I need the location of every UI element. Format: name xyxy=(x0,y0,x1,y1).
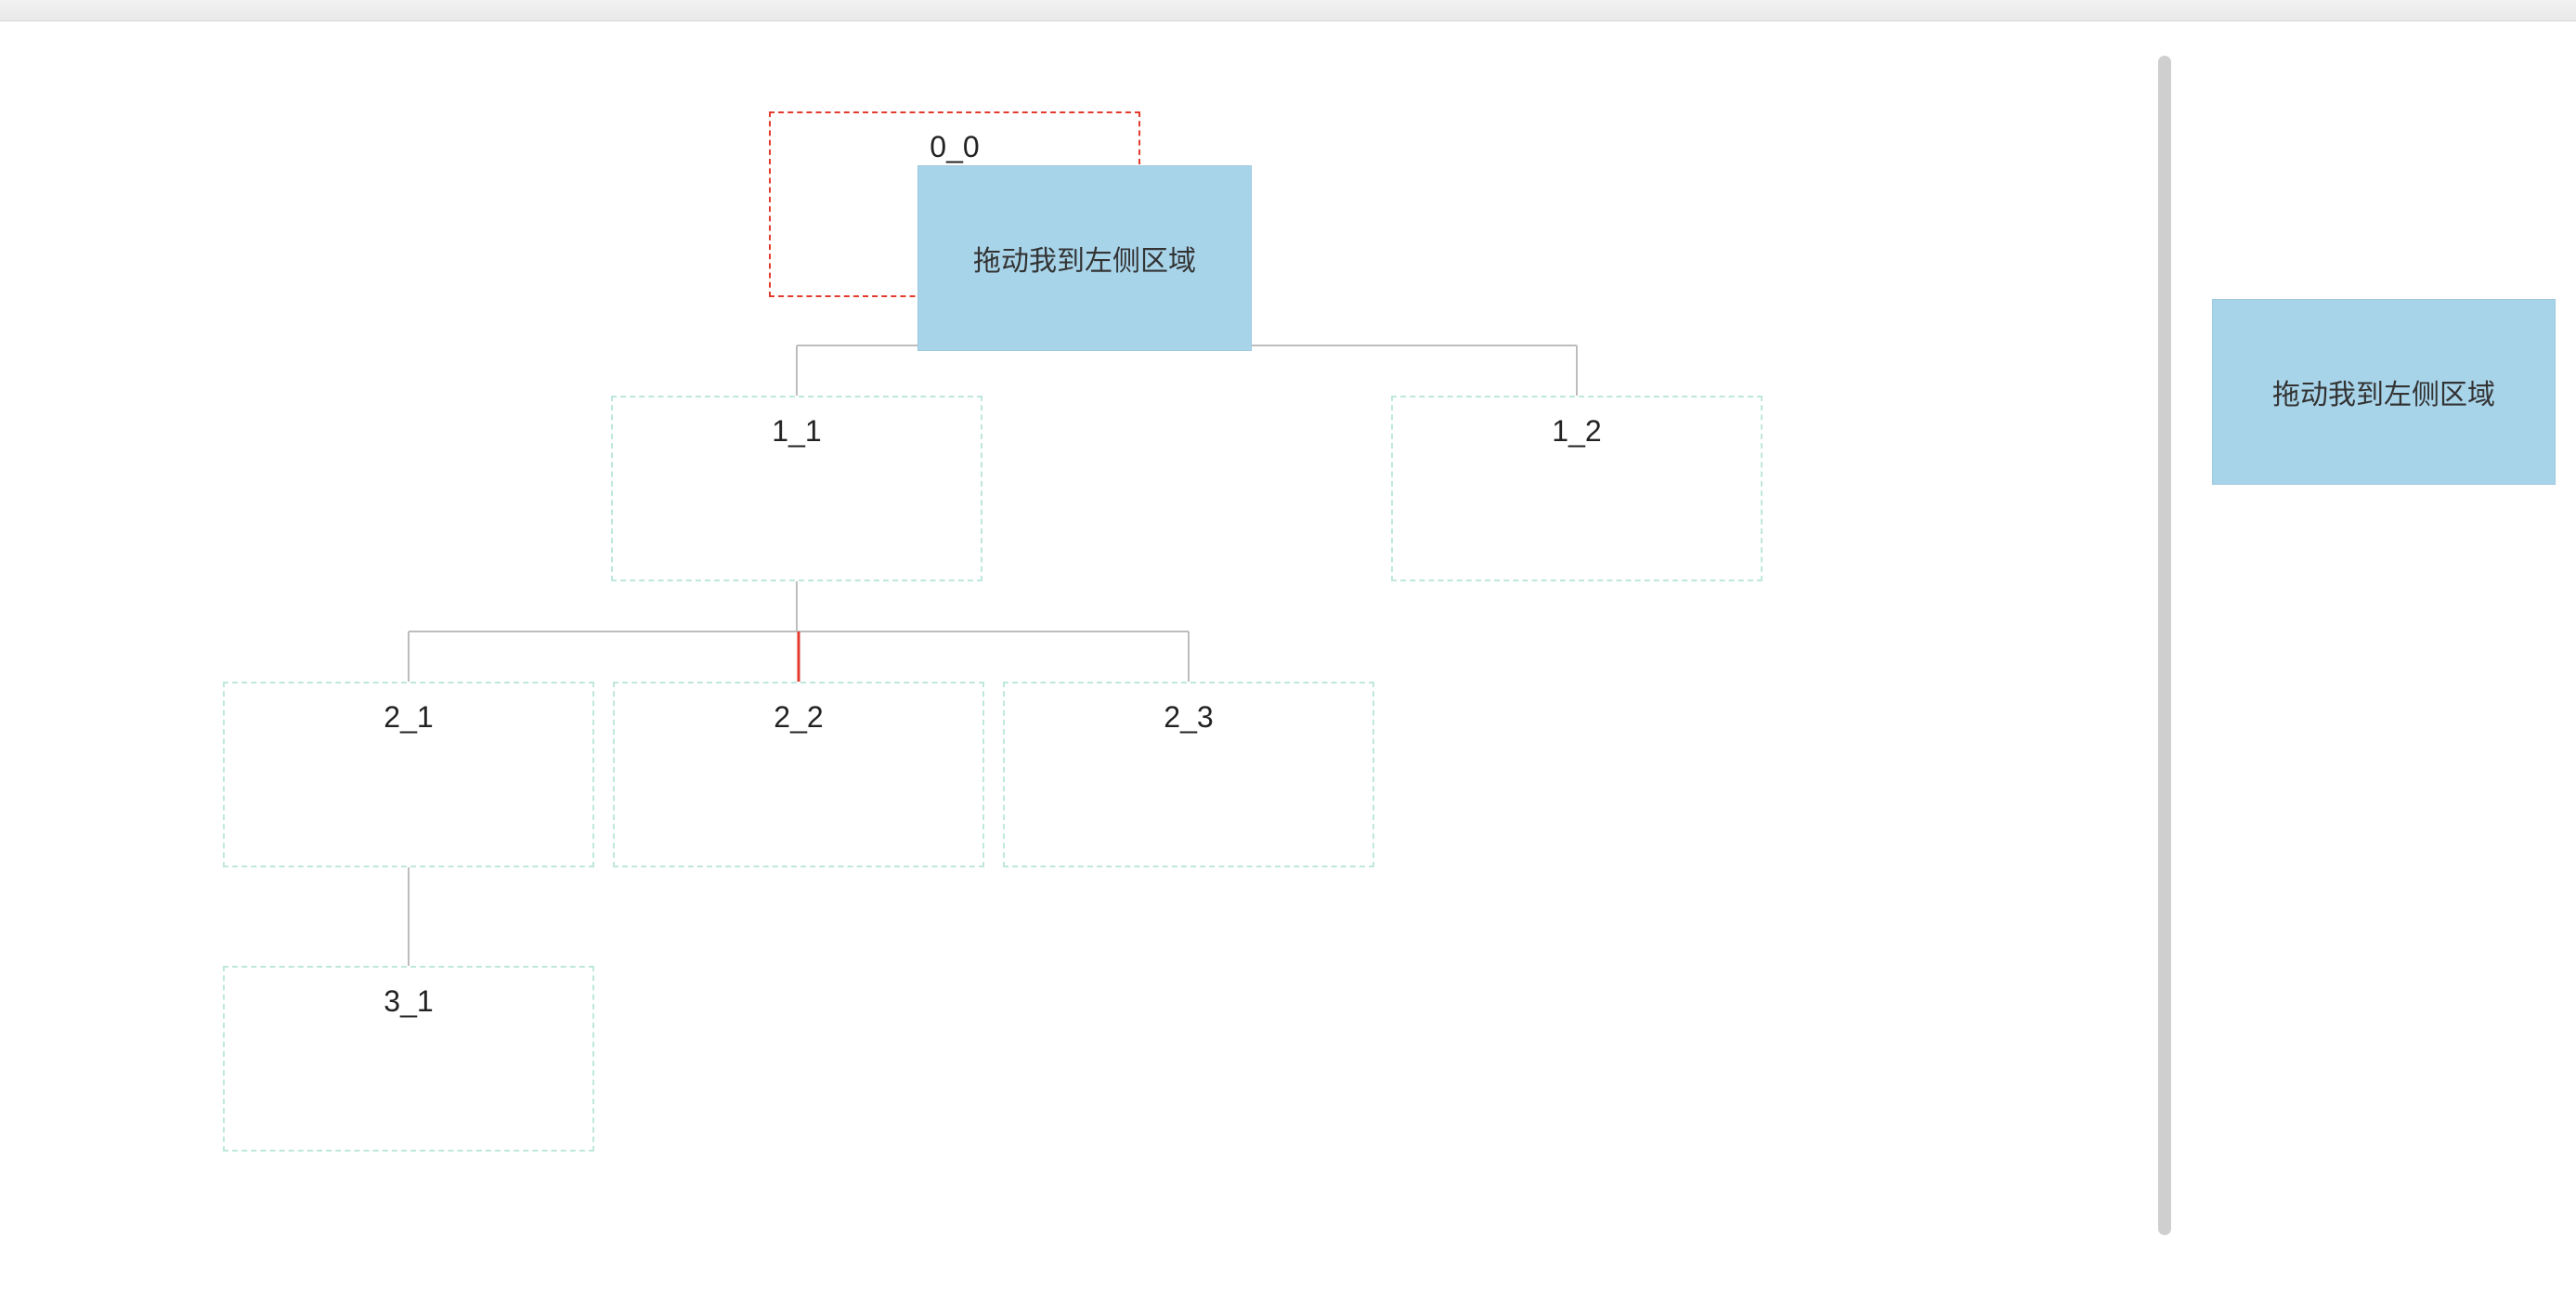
canvas-scrollbar[interactable] xyxy=(2158,56,2171,1235)
tree-node-label: 2_2 xyxy=(774,700,823,734)
tree-node-2_1[interactable]: 2_1 xyxy=(223,682,594,867)
page: 0_0 1_1 1_2 2_1 2_2 2_3 3_1 拖动我到左侧区域 xyxy=(0,0,2576,1289)
dragging-card[interactable]: 拖动我到左侧区域 xyxy=(917,165,1252,351)
tree-node-label: 2_3 xyxy=(1164,700,1213,734)
tree-node-2_3[interactable]: 2_3 xyxy=(1003,682,1374,867)
browser-bookmark-bar xyxy=(0,0,2576,21)
tree-node-1_2[interactable]: 1_2 xyxy=(1391,396,1763,581)
tree-node-label: 0_0 xyxy=(930,130,979,163)
canvas-scrollbar-thumb[interactable] xyxy=(2158,56,2171,1235)
tree-node-label: 2_1 xyxy=(384,700,433,734)
tree-node-label: 3_1 xyxy=(384,984,433,1018)
tree-node-label: 1_1 xyxy=(772,414,821,448)
palette-drag-source[interactable]: 拖动我到左侧区域 xyxy=(2212,299,2556,485)
dragging-card-label: 拖动我到左侧区域 xyxy=(973,238,1196,279)
tree-node-2_2[interactable]: 2_2 xyxy=(613,682,984,867)
palette-drag-source-label: 拖动我到左侧区域 xyxy=(2272,371,2495,412)
tree-node-1_1[interactable]: 1_1 xyxy=(611,396,982,581)
tree-node-label: 1_2 xyxy=(1552,414,1601,448)
tree-canvas[interactable]: 0_0 1_1 1_2 2_1 2_2 2_3 3_1 拖动我到左侧区域 xyxy=(0,20,2164,1283)
palette-panel: 拖动我到左侧区域 xyxy=(2192,20,2576,1283)
tree-node-3_1[interactable]: 3_1 xyxy=(223,966,594,1152)
